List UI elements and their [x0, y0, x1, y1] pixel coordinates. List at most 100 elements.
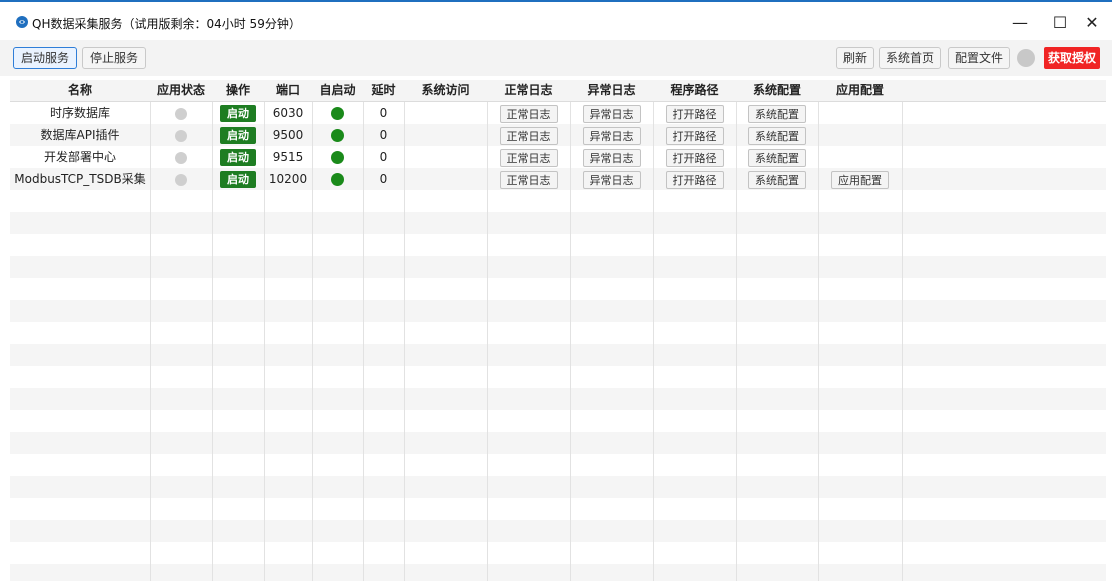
header-name[interactable]: 名称	[10, 80, 150, 101]
normal-log-cell: 正常日志	[487, 146, 570, 168]
status-dot-icon	[175, 129, 187, 142]
app-config-cell: 应用配置	[818, 168, 902, 190]
delay-value: 0	[379, 106, 388, 120]
service-name: 数据库API插件	[40, 128, 120, 142]
delay-value: 0	[379, 128, 388, 142]
system-config-cell: 系统配置	[736, 168, 818, 190]
table-header: 名称 应用状态 操作 端口 自启动 延时 系统访问 正常日志 异常日志 程序路径…	[10, 80, 1106, 102]
autostart-cell	[312, 124, 363, 146]
app-config-button[interactable]: 应用配置	[831, 170, 889, 189]
refresh-button[interactable]: 刷新	[836, 47, 874, 69]
stop-service-button[interactable]: 停止服务	[82, 47, 146, 69]
normal-log-cell: 正常日志	[487, 168, 570, 190]
system-config-button[interactable]: 系统配置	[748, 126, 806, 145]
port-value: 10200	[268, 172, 308, 186]
header-app-config[interactable]: 应用配置	[818, 80, 902, 101]
open-path-button[interactable]: 打开路径	[665, 148, 724, 167]
error-log-cell: 异常日志	[570, 102, 653, 124]
program-path-cell: 打开路径	[653, 146, 736, 168]
autostart-cell	[312, 168, 363, 190]
start-service-button[interactable]: 启动服务	[13, 47, 77, 69]
normal-log-cell: 正常日志	[487, 102, 570, 124]
error-log-cell: 异常日志	[570, 168, 653, 190]
autostart-indicator-icon[interactable]	[331, 151, 344, 164]
table-row[interactable]: 数据库API插件 启动 9500 0 正常日志 异常日志 打开路径 系统配置	[10, 124, 1106, 146]
autostart-indicator-icon[interactable]	[331, 107, 344, 120]
port-value: 6030	[272, 106, 304, 120]
app-status-cell	[150, 124, 212, 146]
error-log-button[interactable]: 异常日志	[582, 104, 641, 123]
status-dot-icon	[175, 151, 187, 164]
header-port[interactable]: 端口	[264, 80, 312, 101]
action-cell: 启动	[212, 146, 264, 168]
header-delay[interactable]: 延时	[363, 80, 404, 101]
service-name: ModbusTCP_TSDB采集	[14, 172, 146, 186]
delay-value: 0	[379, 172, 388, 186]
system-config-button[interactable]: 系统配置	[748, 104, 806, 123]
system-config-button[interactable]: 系统配置	[748, 170, 806, 189]
program-path-cell: 打开路径	[653, 124, 736, 146]
autostart-cell	[312, 102, 363, 124]
open-path-button[interactable]: 打开路径	[665, 104, 724, 123]
table-row[interactable]: ModbusTCP_TSDB采集 启动 10200 0 正常日志 异常日志 打开…	[10, 168, 1106, 190]
header-program-path[interactable]: 程序路径	[653, 80, 736, 101]
start-button[interactable]: 启动	[220, 171, 256, 188]
port-value: 9515	[272, 150, 304, 164]
header-system-access[interactable]: 系统访问	[404, 80, 487, 101]
minimize-button[interactable]: —	[1000, 10, 1040, 36]
table-row[interactable]: 时序数据库 启动 6030 0 正常日志 异常日志 打开路径 系统配置	[10, 102, 1106, 124]
toolbar: 启动服务 停止服务 刷新 系统首页 配置文件 获取授权	[0, 40, 1112, 76]
action-cell: 启动	[212, 124, 264, 146]
action-cell: 启动	[212, 102, 264, 124]
program-path-cell: 打开路径	[653, 102, 736, 124]
service-name: 时序数据库	[49, 106, 110, 120]
app-status-cell	[150, 146, 212, 168]
open-path-button[interactable]: 打开路径	[665, 170, 724, 189]
window-title: QH数据采集服务（试用版剩余：04小时 59分钟）	[32, 17, 301, 31]
config-file-button[interactable]: 配置文件	[948, 47, 1010, 69]
normal-log-cell: 正常日志	[487, 124, 570, 146]
get-license-button[interactable]: 获取授权	[1044, 47, 1100, 69]
header-system-config[interactable]: 系统配置	[736, 80, 818, 101]
open-path-button[interactable]: 打开路径	[665, 126, 724, 145]
close-button[interactable]: ✕	[1072, 10, 1112, 36]
normal-log-button[interactable]: 正常日志	[499, 148, 558, 167]
delay-value: 0	[379, 150, 388, 164]
port-value: 9500	[272, 128, 304, 142]
autostart-cell	[312, 146, 363, 168]
error-log-button[interactable]: 异常日志	[582, 148, 641, 167]
title-bar: QH数据采集服务（试用版剩余：04小时 59分钟） — ☐ ✕	[0, 2, 1112, 40]
error-log-button[interactable]: 异常日志	[582, 170, 641, 189]
normal-log-button[interactable]: 正常日志	[499, 104, 558, 123]
status-dot-icon	[175, 107, 187, 120]
system-config-button[interactable]: 系统配置	[748, 148, 806, 167]
header-normal-log[interactable]: 正常日志	[487, 80, 570, 101]
header-error-log[interactable]: 异常日志	[570, 80, 653, 101]
autostart-indicator-icon[interactable]	[331, 129, 344, 142]
table-row[interactable]: 开发部署中心 启动 9515 0 正常日志 异常日志 打开路径 系统配置	[10, 146, 1106, 168]
header-app-status[interactable]: 应用状态	[150, 80, 212, 101]
app-logo-icon	[16, 16, 28, 28]
start-button[interactable]: 启动	[220, 149, 256, 166]
error-log-button[interactable]: 异常日志	[582, 126, 641, 145]
start-button[interactable]: 启动	[220, 127, 256, 144]
system-config-cell: 系统配置	[736, 146, 818, 168]
normal-log-button[interactable]: 正常日志	[499, 126, 558, 145]
app-status-cell	[150, 168, 212, 190]
services-table: 名称 应用状态 操作 端口 自启动 延时 系统访问 正常日志 异常日志 程序路径…	[10, 80, 1106, 581]
error-log-cell: 异常日志	[570, 146, 653, 168]
program-path-cell: 打开路径	[653, 168, 736, 190]
error-log-cell: 异常日志	[570, 124, 653, 146]
system-home-button[interactable]: 系统首页	[879, 47, 941, 69]
system-config-cell: 系统配置	[736, 124, 818, 146]
service-status-indicator	[1017, 49, 1035, 67]
service-name: 开发部署中心	[43, 150, 116, 164]
app-status-cell	[150, 102, 212, 124]
header-action[interactable]: 操作	[212, 80, 264, 101]
header-autostart[interactable]: 自启动	[312, 80, 363, 101]
start-button[interactable]: 启动	[220, 105, 256, 122]
status-dot-icon	[175, 173, 187, 186]
normal-log-button[interactable]: 正常日志	[499, 170, 558, 189]
action-cell: 启动	[212, 168, 264, 190]
autostart-indicator-icon[interactable]	[331, 173, 344, 186]
